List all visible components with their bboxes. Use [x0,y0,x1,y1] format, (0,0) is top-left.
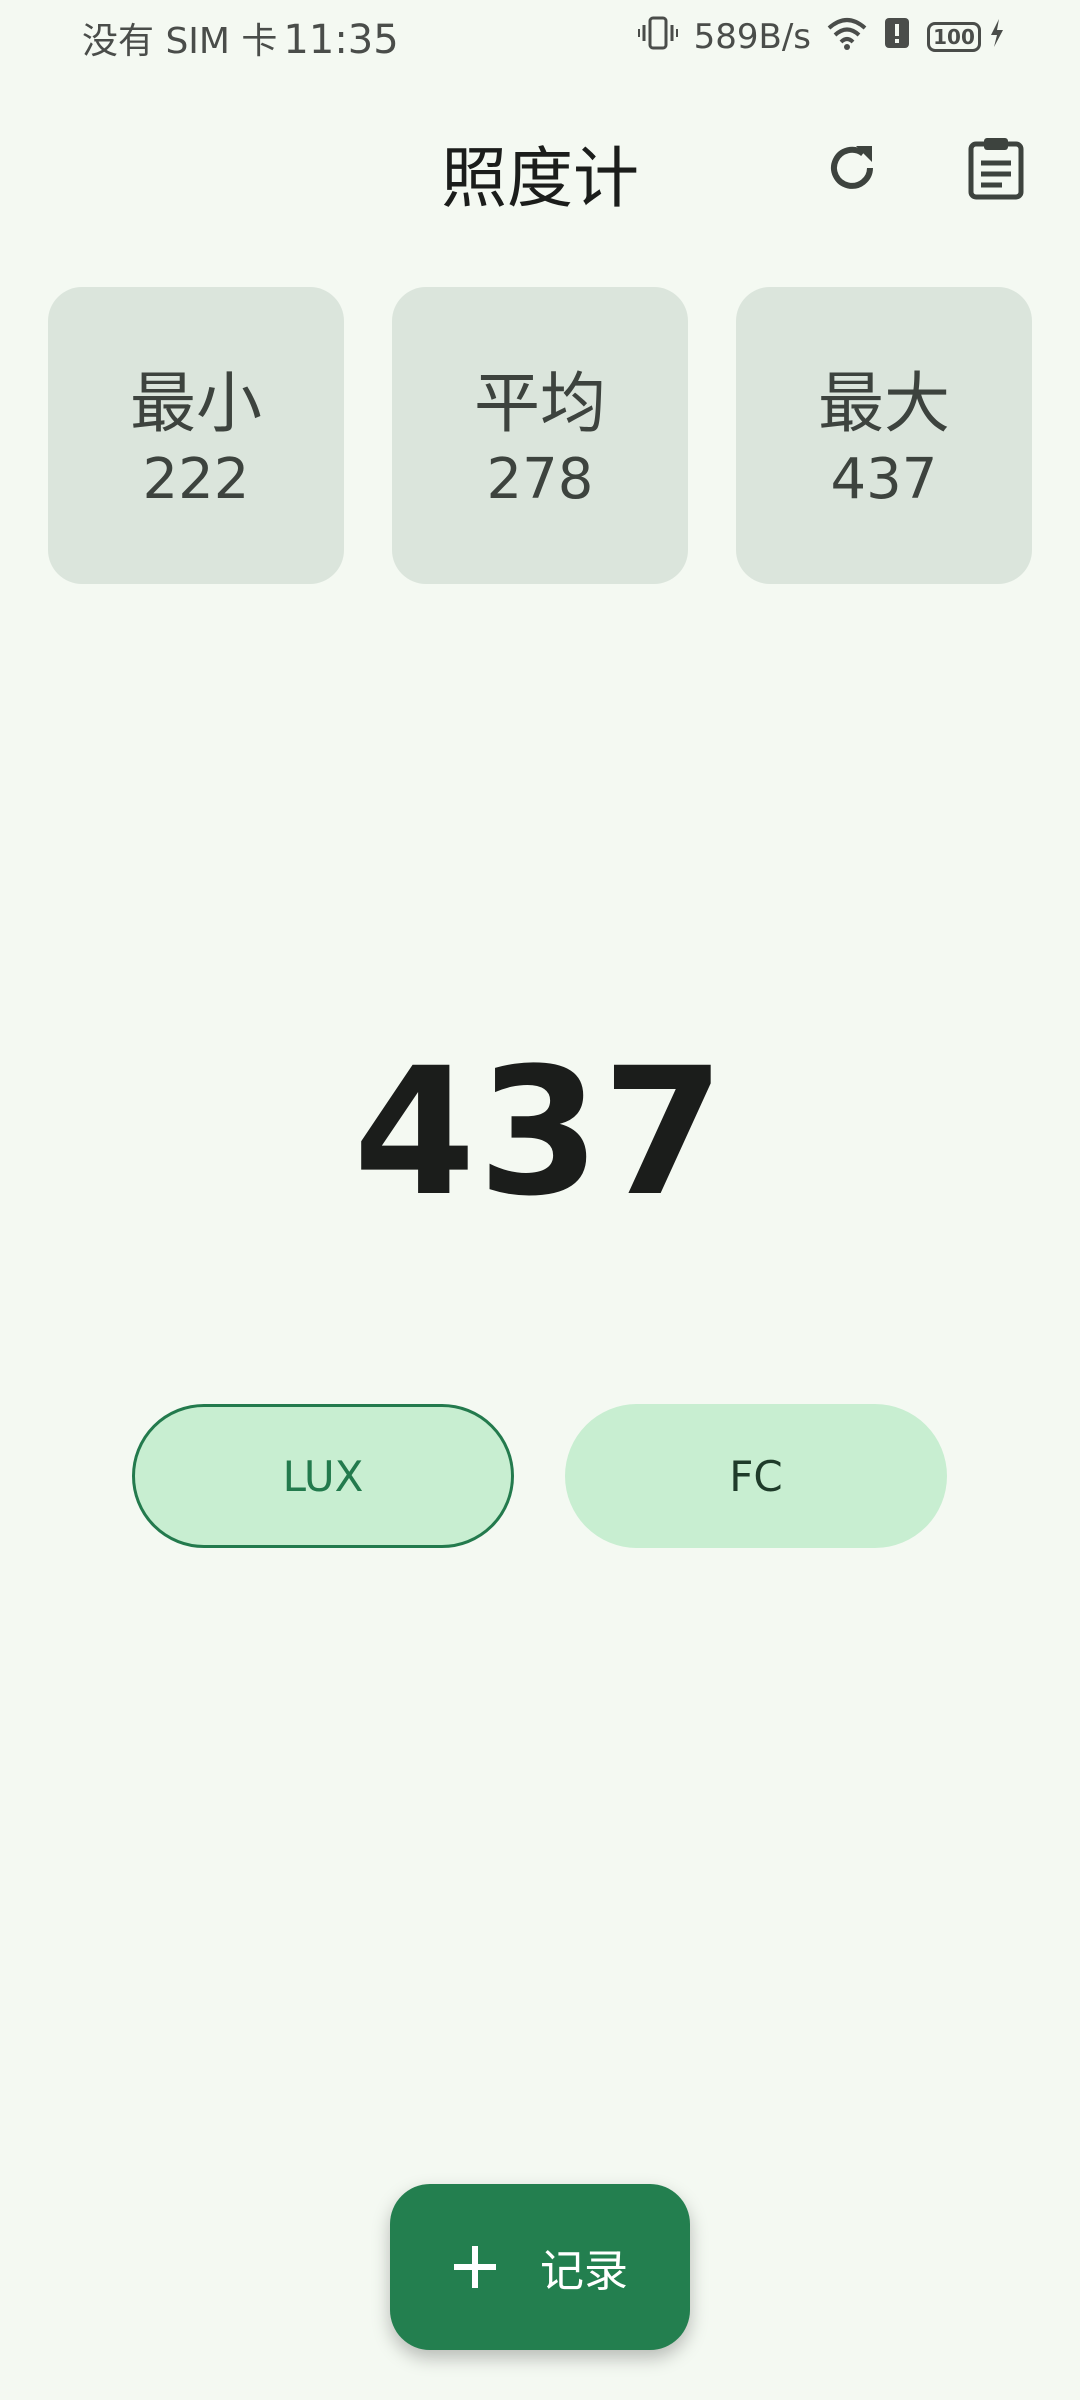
plus-icon [454,2246,496,2288]
carrier-text: 没有 SIM 卡 [82,21,278,62]
stat-label-avg: 平均 [474,365,606,442]
status-bar: 没有 SIM 卡 11:35 589B/s 100 [0,0,1080,76]
stat-label-min: 最小 [130,365,262,442]
current-reading: 437 [353,1030,727,1235]
refresh-icon [831,146,873,189]
refresh-button[interactable] [812,128,892,208]
stat-card-max: 最大 437 [736,287,1032,584]
status-time: 11:35 [283,17,399,63]
stat-label-max: 最大 [818,365,950,442]
stat-card-avg: 平均 278 [392,287,688,584]
net-speed: 589B/s [693,17,811,57]
page-title: 照度计 [441,140,639,217]
stat-card-min: 最小 222 [48,287,344,584]
screen: 没有 SIM 卡 11:35 589B/s 100 照度计 最小 222 平均 … [0,0,1080,2400]
alert-icon [883,16,911,59]
clipboard-button[interactable] [956,128,1036,208]
stat-value-max: 437 [830,447,938,512]
status-right: 589B/s 100 [622,14,1005,60]
vibrate-icon [637,15,678,60]
stat-value-min: 222 [142,447,250,512]
record-button-label: 记录 [540,2246,628,2297]
record-button[interactable]: 记录 [390,2184,690,2350]
unit-fc-button[interactable]: FC [565,1404,947,1548]
stat-value-avg: 278 [486,447,594,512]
wifi-icon [827,16,867,59]
status-left: 没有 SIM 卡 11:35 [82,12,399,64]
charging-icon [989,17,1005,57]
clipboard-icon [968,138,1024,200]
stats-row: 最小 222 平均 278 最大 437 [48,287,1032,584]
unit-lux-button[interactable]: LUX [132,1404,514,1548]
battery-icon: 100 [927,22,981,52]
